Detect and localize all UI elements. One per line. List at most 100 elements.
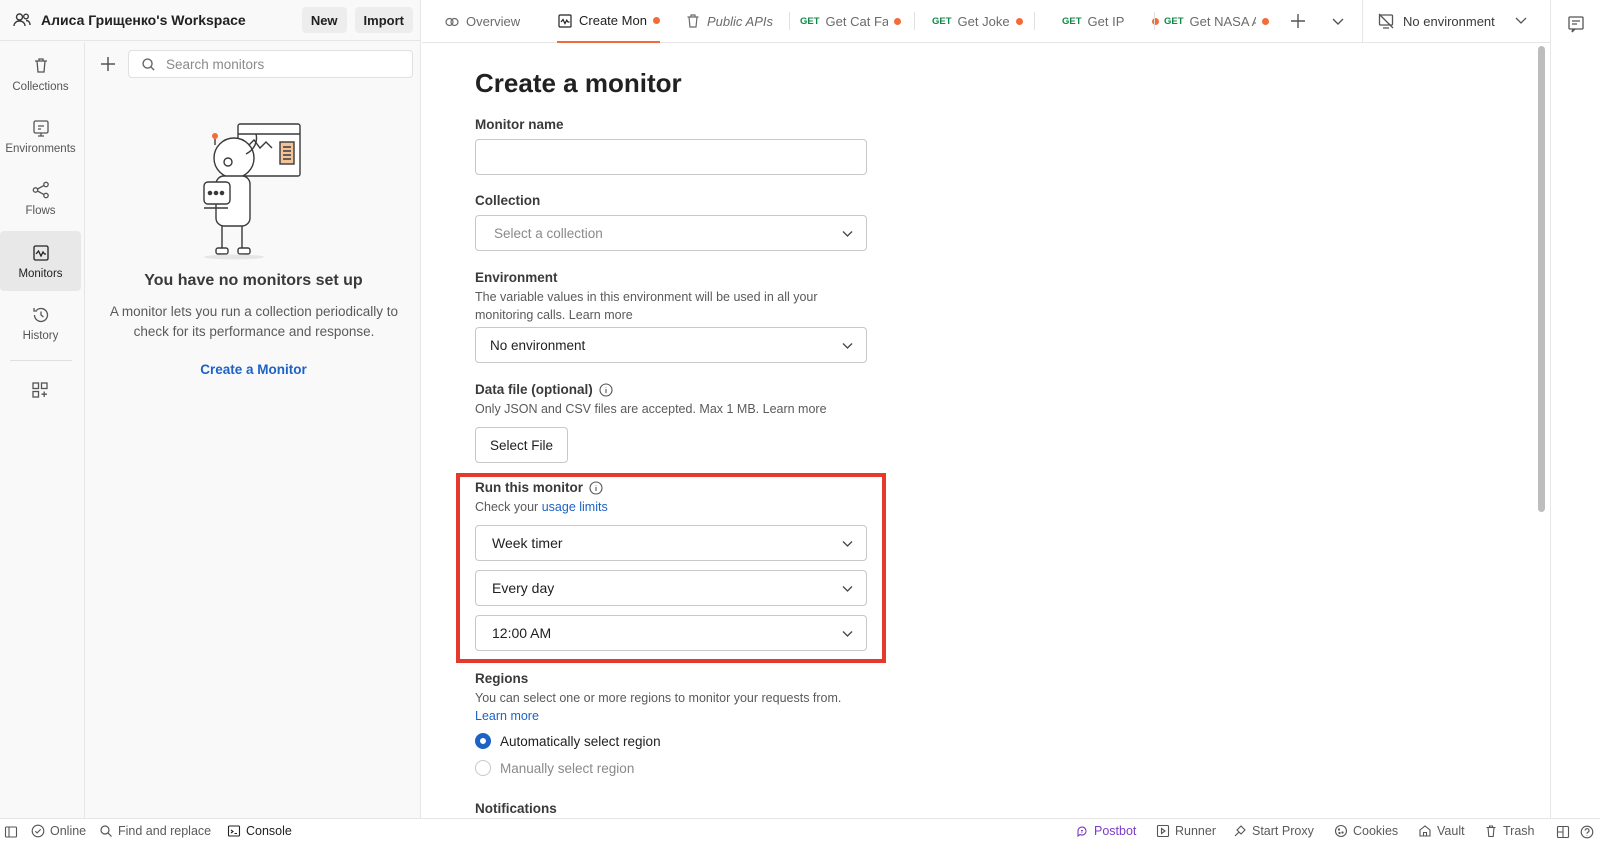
collection-select[interactable]: Select a collection [475, 215, 867, 251]
console-button[interactable]: Console [227, 824, 292, 838]
proxy-icon [1234, 825, 1246, 837]
postbot-button[interactable]: Postbot [1075, 824, 1136, 838]
vault-button[interactable]: Vault [1418, 824, 1465, 838]
unsaved-dot [652, 17, 660, 24]
tab-public-apis[interactable]: Public APIs [685, 0, 773, 42]
tab-get-joke[interactable]: GET Get Joke [932, 0, 1023, 42]
no-environment-icon [1378, 13, 1394, 29]
radio-button-selected[interactable] [475, 733, 491, 749]
timer-type-select[interactable]: Week timer [475, 525, 867, 561]
chevron-down-icon [842, 231, 853, 237]
sidebar-rail: Collections Environments Flows Monitors … [0, 42, 85, 818]
runner-button[interactable]: Runner [1156, 824, 1216, 838]
toggle-sidebar-icon[interactable] [4, 825, 18, 839]
search-input[interactable] [166, 56, 396, 72]
time-value: 12:00 AM [492, 625, 552, 641]
find-replace-button[interactable]: Find and replace [99, 824, 211, 838]
frequency-select[interactable]: Every day [475, 570, 867, 606]
tab-label: Overview [466, 13, 521, 29]
workspace-name[interactable]: Алиса Грищенко's Workspace [41, 12, 302, 28]
sidebar-item-environments[interactable]: Environments [0, 106, 81, 166]
environment-label: Environment [475, 270, 558, 285]
environment-icon [32, 119, 49, 137]
monitor-icon [32, 244, 49, 261]
sidebar-item-history[interactable]: History [0, 293, 81, 353]
radio-label: Manually select region [500, 760, 635, 776]
radio-button[interactable] [475, 760, 491, 776]
run-monitor-label-text: Run this monitor [475, 480, 583, 495]
postbot-label: Postbot [1094, 824, 1137, 838]
data-file-label: Data file (optional) [475, 382, 613, 397]
import-button[interactable]: Import [354, 7, 413, 33]
empty-state-title: You have no monitors set up [144, 272, 363, 289]
tab-label: Get Cat Fa [825, 13, 888, 29]
history-icon [32, 307, 48, 322]
sidebar-item-flows[interactable]: Flows [0, 168, 81, 228]
workspace-header: Алиса Грищенко's Workspace New Import [0, 0, 421, 41]
tab-bar: Overview Create Mon Public APIs GET Get … [422, 0, 1550, 43]
tab-get-nasa[interactable]: GET Get NASA A [1164, 0, 1276, 42]
trash-can-icon [34, 57, 47, 73]
tab-label: Get NASA A [1189, 13, 1256, 29]
help-icon[interactable] [1580, 825, 1594, 839]
tab-create-monitor[interactable]: Create Mon [557, 0, 660, 43]
empty-state-description: A monitor lets you run a collection peri… [109, 304, 399, 339]
find-replace-label: Find and replace [118, 824, 212, 838]
info-icon[interactable] [589, 480, 603, 495]
sidebar-item-collections[interactable]: Collections [0, 44, 81, 104]
sidebar-item-label: Collections [12, 80, 69, 93]
page-title: Create a monitor [475, 68, 682, 98]
notifications-label: Notifications [475, 801, 557, 816]
trash-button[interactable]: Trash [1484, 824, 1535, 838]
environment-selector[interactable]: No environment [1362, 0, 1550, 42]
main-scrollbar[interactable] [1538, 46, 1545, 512]
info-icon[interactable] [599, 382, 613, 397]
monitor-name-field [475, 139, 867, 175]
right-sidebar [1550, 0, 1600, 818]
runner-label: Runner [1175, 824, 1216, 838]
online-status[interactable]: Online [31, 824, 86, 838]
runner-icon [1156, 824, 1170, 838]
flows-icon [32, 181, 49, 198]
tab-overview[interactable]: Overview [444, 0, 520, 42]
new-tab-plus-icon[interactable] [1288, 11, 1308, 31]
radio-auto-region[interactable]: Automatically select region [475, 733, 661, 749]
regions-learn-more-link[interactable]: Learn more [475, 709, 539, 723]
layout-icon[interactable] [1556, 825, 1570, 839]
unsaved-dot [1015, 17, 1023, 25]
status-bar: Online Find and replace Console Postbot … [0, 818, 1600, 844]
chevron-down-icon [842, 631, 853, 637]
environment-help: The variable values in this environment … [475, 290, 818, 322]
monitor-icon [558, 13, 572, 28]
start-proxy-button[interactable]: Start Proxy [1233, 824, 1314, 838]
create-monitor-link[interactable]: Create a Monitor [86, 362, 421, 377]
run-monitor-help: Check your usage limits [475, 498, 855, 516]
sidebar-item-label: Monitors [18, 267, 63, 280]
apps-grid-icon[interactable] [30, 380, 50, 400]
tabs-dropdown-chevron-icon[interactable] [1328, 11, 1348, 31]
new-button[interactable]: New [301, 7, 347, 33]
add-icon[interactable] [98, 54, 118, 74]
environment-select[interactable]: No environment [475, 327, 867, 363]
data-file-help: Only JSON and CSV files are accepted. Ma… [475, 402, 827, 416]
select-file-button[interactable]: Select File [475, 427, 569, 463]
monitor-name-input[interactable] [476, 140, 866, 174]
monitor-name-label: Monitor name [475, 117, 564, 132]
cookies-button[interactable]: Cookies [1334, 824, 1398, 838]
unsaved-dot [1261, 17, 1269, 25]
sidebar-item-monitors[interactable]: Monitors [0, 231, 81, 291]
documentation-icon[interactable] [1567, 15, 1585, 33]
tab-get-ip[interactable]: GET Get IP [1062, 0, 1160, 42]
tab-separator [914, 12, 915, 30]
online-label: Online [50, 824, 87, 838]
http-method-badge: GET [1164, 15, 1184, 27]
usage-limits-link[interactable]: usage limits [542, 500, 608, 514]
tab-get-cat-fact[interactable]: GET Get Cat Fa [800, 0, 912, 42]
console-icon [227, 825, 241, 837]
tab-separator [1034, 12, 1035, 30]
workspace-users-icon [13, 13, 31, 27]
time-select[interactable]: 12:00 AM [475, 615, 867, 651]
radio-manual-region[interactable]: Manually select region [475, 760, 634, 776]
postbot-icon [1077, 826, 1087, 838]
check-circle-icon [31, 824, 45, 838]
